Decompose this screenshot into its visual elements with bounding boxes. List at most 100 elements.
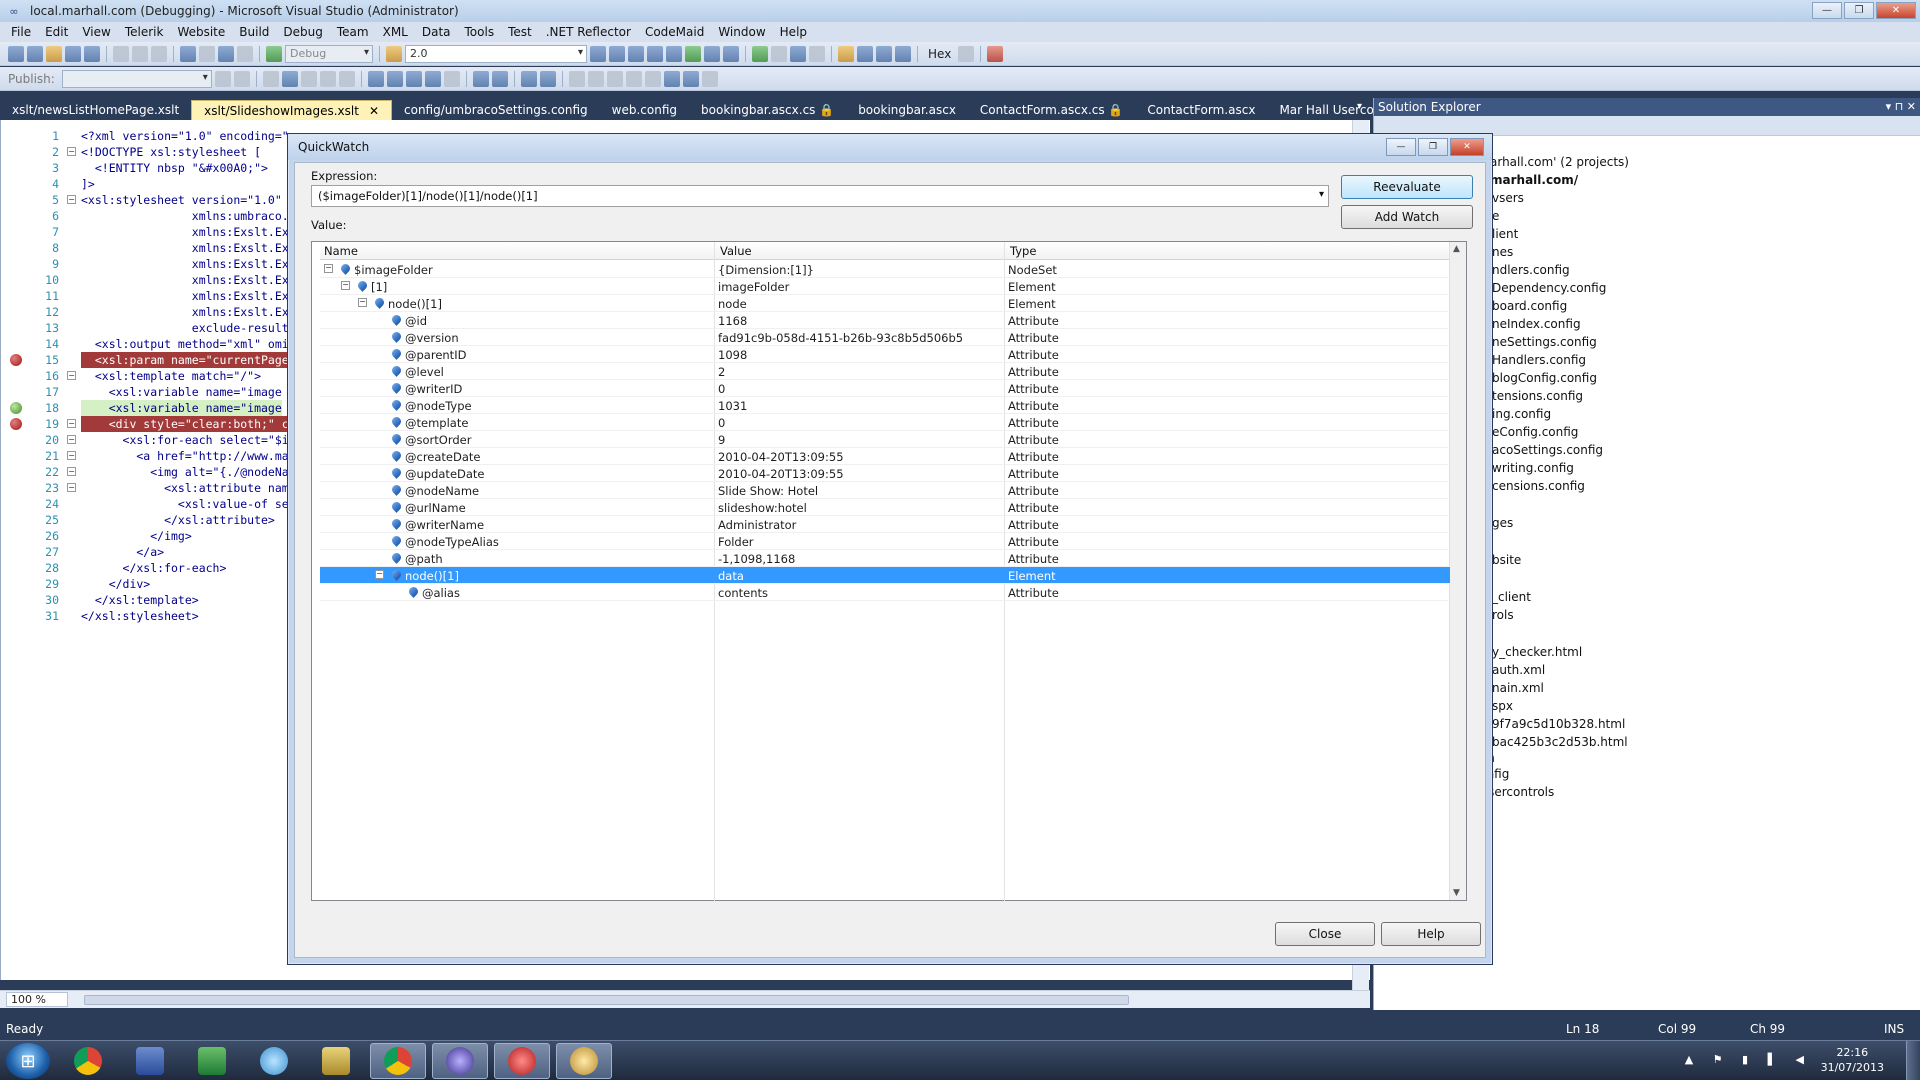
table-row[interactable]: @sortOrder 9 Attribute (320, 431, 1450, 448)
menu-build[interactable]: Build (232, 25, 276, 39)
table-row[interactable]: − node()[1] data Element (320, 567, 1450, 584)
save-all-icon[interactable] (84, 45, 100, 62)
stop-debugging-icon[interactable] (790, 45, 806, 62)
menu-debug[interactable]: Debug (276, 25, 329, 39)
breakpoint-icon[interactable] (10, 418, 22, 430)
code-line[interactable]: xmlns:Exslt.Ex (81, 256, 289, 272)
show-next-statement-icon[interactable] (838, 45, 854, 62)
code-line[interactable]: <xsl:attribute nam (81, 480, 289, 496)
maximize-button[interactable]: ❐ (1844, 2, 1874, 19)
code-line[interactable]: <xsl:variable name="image (81, 400, 282, 416)
menu-view[interactable]: View (75, 25, 117, 39)
code-line[interactable]: <a href="http://www.ma (81, 448, 288, 464)
tab-4[interactable]: bookingbar.ascx.cs 🔒 (689, 100, 846, 120)
solution-item[interactable]: rols (1492, 608, 1514, 622)
text-tool-c-icon[interactable] (338, 70, 355, 87)
show-desktop-button[interactable] (1906, 1041, 1920, 1080)
code-line[interactable]: xmlns:umbraco. (81, 208, 289, 224)
taskbar-app-x[interactable] (494, 1043, 550, 1079)
solution-explorer-icon[interactable] (590, 45, 606, 62)
expand-toggle[interactable]: − (341, 281, 350, 290)
find-in-files-icon[interactable] (386, 45, 402, 62)
code-line[interactable]: <xsl:stylesheet version="1.0" (81, 192, 282, 208)
new-project-icon[interactable] (8, 45, 24, 62)
menu-data[interactable]: Data (415, 25, 458, 39)
code-line[interactable]: </xsl:for-each> (81, 560, 227, 576)
clear-bookmarks-icon[interactable] (625, 70, 642, 87)
expand-toggle[interactable]: − (375, 570, 384, 579)
dialog-minimize-button[interactable]: — (1386, 138, 1416, 156)
breakpoint-icon[interactable] (10, 402, 22, 414)
solution-item[interactable]: auth.xml (1492, 663, 1545, 677)
table-row[interactable]: @id 1168 Attribute (320, 312, 1450, 329)
taskbar-excel[interactable] (184, 1043, 240, 1079)
table-row[interactable]: @nodeType 1031 Attribute (320, 397, 1450, 414)
menu-website[interactable]: Website (170, 25, 232, 39)
fold-toggle[interactable]: − (67, 435, 76, 444)
code-line[interactable]: exclude-result (81, 320, 289, 336)
fold-toggle[interactable]: − (67, 419, 76, 428)
solution-item[interactable]: neSettings.config (1492, 335, 1597, 349)
tools-icon[interactable] (666, 45, 682, 62)
solution-item[interactable]: 9f7a9c5d10b328.html (1492, 717, 1625, 731)
object-browser-icon[interactable] (628, 45, 644, 62)
comment-icon[interactable] (520, 70, 537, 87)
close-window-button[interactable]: ✕ (1876, 2, 1916, 19)
code-line[interactable]: <div style="clear:both;" c (81, 416, 289, 432)
table-row[interactable]: @alias contents Attribute (320, 584, 1450, 601)
taskbar-talk[interactable] (246, 1043, 302, 1079)
taskbar-paint[interactable] (556, 1043, 612, 1079)
format-icon[interactable] (262, 70, 279, 87)
code-line[interactable]: <xsl:param name="currentPage (81, 352, 289, 368)
cut-icon[interactable] (113, 45, 129, 62)
windows-menu-icon[interactable] (987, 45, 1004, 62)
text-tool-b-icon[interactable] (319, 70, 336, 87)
table-row[interactable]: − $imageFolder {Dimension:[1]} NodeSet (320, 261, 1450, 278)
code-line[interactable]: </img> (81, 528, 192, 544)
taskbar-app-2[interactable] (122, 1043, 178, 1079)
paste-icon[interactable] (151, 45, 167, 62)
table-row[interactable]: @path -1,1098,1168 Attribute (320, 550, 1450, 567)
tag-icon[interactable] (386, 70, 403, 87)
taskbar-tools[interactable] (308, 1043, 364, 1079)
start-debugging-icon[interactable] (266, 45, 282, 62)
breakpoint-icon[interactable] (10, 354, 22, 366)
taskbar-chrome[interactable] (60, 1043, 116, 1079)
fold-toggle[interactable]: − (67, 451, 76, 460)
menu-netreflector[interactable]: .NET Reflector (539, 25, 638, 39)
menu-xml[interactable]: XML (376, 25, 415, 39)
save-icon[interactable] (65, 45, 81, 62)
toolbox-icon[interactable] (647, 45, 663, 62)
menu-team[interactable]: Team (330, 25, 376, 39)
code-line[interactable]: <xsl:value-of se (81, 496, 289, 512)
tab-close-icon[interactable]: ✕ (369, 104, 379, 118)
editor-horizontal-scrollbar[interactable]: 100 % (0, 990, 1370, 1008)
table-row[interactable]: @parentID 1098 Attribute (320, 346, 1450, 363)
tab-2[interactable]: config/umbracoSettings.config (392, 100, 600, 120)
code-line[interactable]: xmlns:Exslt.Ex (81, 224, 289, 240)
column-type[interactable]: Type (1006, 244, 1036, 258)
solution-item[interactable]: blogConfig.config (1492, 371, 1597, 385)
table-row[interactable]: @createDate 2010-04-20T13:09:55 Attribute (320, 448, 1450, 465)
horizontal-scroll-thumb[interactable] (84, 995, 1129, 1005)
solution-item[interactable]: nain.xml (1492, 681, 1544, 695)
font-icon[interactable] (424, 70, 441, 87)
code-line[interactable]: <?xml version="1.0" encoding=" (81, 128, 289, 144)
fold-toggle[interactable]: − (67, 195, 76, 204)
next-bookmark-icon[interactable] (606, 70, 623, 87)
breakpoint-tool-icon[interactable] (958, 45, 975, 62)
table-row[interactable]: − [1] imageFolder Element (320, 278, 1450, 295)
solution-item[interactable]: vsers (1492, 191, 1524, 205)
publish-icon[interactable] (214, 70, 231, 87)
expression-input[interactable]: ($imageFolder)[1]/node()[1]/node()[1] ▾ (311, 185, 1329, 207)
column-value[interactable]: Value (716, 244, 752, 258)
solution-configuration-combo[interactable]: Debug (285, 44, 373, 63)
solution-item[interactable]: ing.config (1492, 407, 1551, 421)
tab-3[interactable]: web.config (600, 100, 689, 120)
menu-codemaid[interactable]: CodeMaid (638, 25, 711, 39)
step-out-icon[interactable] (895, 45, 911, 62)
table-row[interactable]: @urlName slideshow:hotel Attribute (320, 499, 1450, 516)
tab-1[interactable]: xslt/SlideshowImages.xslt ✕ (191, 100, 393, 120)
code-line[interactable]: </a> (81, 544, 164, 560)
menu-telerik[interactable]: Telerik (118, 25, 171, 39)
